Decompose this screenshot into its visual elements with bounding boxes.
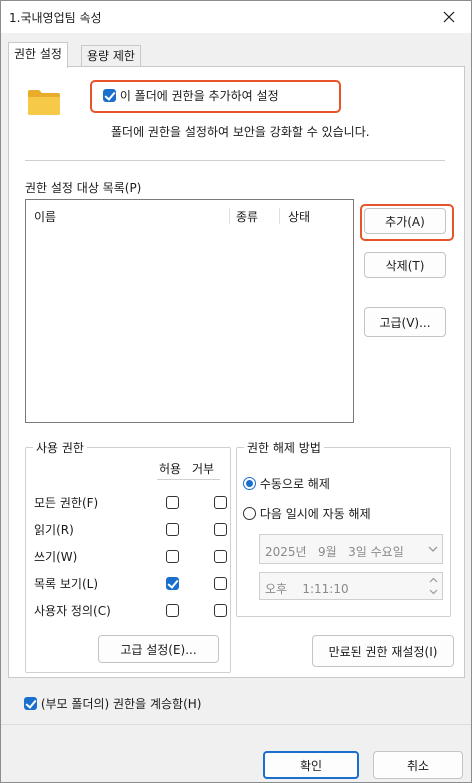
inherit-permission-checkbox[interactable]: (부모 폴더의) 권한을 계승함(H) xyxy=(24,695,201,712)
title-bar: 1.국내영업팀 속성 xyxy=(1,1,471,33)
perm-label-write: 쓰기(W) xyxy=(34,550,78,564)
tab-quota-label: 용량 제한 xyxy=(87,49,135,63)
perm-label-full: 모든 권한(F) xyxy=(34,496,99,510)
column-type[interactable]: 종류 xyxy=(236,208,258,225)
delete-button[interactable]: 삭제(T) xyxy=(364,252,446,278)
scheduled-release-option[interactable]: 다음 일시에 자동 해제 xyxy=(243,505,371,522)
deny-header: 거부 xyxy=(192,462,215,476)
column-separator xyxy=(229,208,230,224)
tab-quota[interactable]: 용량 제한 xyxy=(81,45,141,67)
advanced-button[interactable]: 고급(V)... xyxy=(364,307,446,337)
column-separator xyxy=(279,208,280,224)
enable-permission-checkbox[interactable]: 이 폴더에 권한을 추가하여 설정 xyxy=(103,87,279,104)
perm-row-full: 모든 권한(F) xyxy=(26,492,230,512)
deny-list-checkbox[interactable] xyxy=(213,577,227,590)
reset-expired-button[interactable]: 만료된 권한 재설정(I) xyxy=(312,635,454,667)
deny-read-checkbox[interactable] xyxy=(213,523,227,536)
deny-write-checkbox[interactable] xyxy=(213,550,227,563)
permission-list-label: 권한 설정 대상 목록(P) xyxy=(25,181,142,195)
usage-permission-label: 사용 권한 xyxy=(33,439,87,456)
deny-custom-checkbox[interactable] xyxy=(213,604,227,617)
column-status[interactable]: 상태 xyxy=(288,208,310,225)
header-divider xyxy=(157,479,220,480)
chevron-down-icon xyxy=(428,546,438,552)
advanced-settings-button[interactable]: 고급 설정(E)... xyxy=(98,635,219,663)
release-date-value: 2025년 9월 3일 수요일 xyxy=(265,545,404,559)
perm-row-custom: 사용자 정의(C) xyxy=(26,600,230,620)
column-name[interactable]: 이름 xyxy=(34,208,56,225)
allow-full-checkbox[interactable] xyxy=(166,496,179,509)
manual-release-option[interactable]: 수동으로 해제 xyxy=(243,475,330,492)
permissions-panel: 이 폴더에 권한을 추가하여 설정 폴더에 권한을 설정하여 보안을 강화할 수… xyxy=(8,66,465,678)
enable-permission-check[interactable] xyxy=(103,89,116,102)
ok-button[interactable]: 확인 xyxy=(263,751,359,779)
perm-label-read: 읽기(R) xyxy=(34,523,74,537)
inherit-permission-check[interactable] xyxy=(24,697,37,710)
allow-write-checkbox[interactable] xyxy=(166,550,179,563)
allow-read-checkbox[interactable] xyxy=(166,523,179,536)
permission-description: 폴더에 권한을 설정하여 보안을 강화할 수 있습니다. xyxy=(111,125,370,139)
close-button[interactable] xyxy=(435,3,463,31)
manual-release-radio[interactable] xyxy=(243,477,256,490)
properties-dialog: 1.국내영업팀 속성 권한 설정 용량 제한 이 폴더에 권한을 추가하여 설정… xyxy=(0,0,472,783)
perm-row-read: 읽기(R) xyxy=(26,519,230,539)
cancel-button[interactable]: 취소 xyxy=(373,751,463,779)
tab-permissions-label: 권한 설정 xyxy=(14,47,62,61)
folder-icon xyxy=(28,90,60,115)
permission-list[interactable]: 이름 종류 상태 xyxy=(25,199,354,423)
release-date-picker[interactable]: 2025년 9월 3일 수요일 xyxy=(259,534,443,564)
window-title: 1.국내영업팀 속성 xyxy=(9,11,102,25)
spin-down-icon[interactable] xyxy=(427,586,440,597)
time-spinner[interactable] xyxy=(427,575,440,597)
spin-up-icon[interactable] xyxy=(427,575,440,586)
manual-release-label: 수동으로 해제 xyxy=(259,477,330,491)
scheduled-release-label: 다음 일시에 자동 해제 xyxy=(259,507,371,521)
perm-row-list: 목록 보기(L) xyxy=(26,573,230,593)
release-method-label: 권한 해제 방법 xyxy=(244,439,324,456)
enable-permission-label: 이 폴더에 권한을 추가하여 설정 xyxy=(119,89,279,103)
usage-permission-group: 사용 권한 허용 거부 모든 권한(F) 읽기(R) 쓰기(W) 목록 보기(L… xyxy=(25,439,231,673)
perm-label-list: 목록 보기(L) xyxy=(34,577,99,591)
allow-list-checkbox[interactable] xyxy=(166,577,179,590)
release-time-value: 오후 1:11:10 xyxy=(265,582,349,596)
perm-row-write: 쓰기(W) xyxy=(26,546,230,566)
tab-permissions[interactable]: 권한 설정 xyxy=(8,42,68,68)
allow-header: 허용 xyxy=(159,462,182,476)
deny-full-checkbox[interactable] xyxy=(213,496,227,509)
release-method-group: 권한 해제 방법 수동으로 해제 다음 일시에 자동 해제 2025년 9월 3… xyxy=(236,439,451,617)
perm-label-custom: 사용자 정의(C) xyxy=(34,604,111,618)
footer-divider xyxy=(1,724,471,725)
close-icon xyxy=(443,11,455,23)
add-button[interactable]: 추가(A) xyxy=(364,208,446,234)
inherit-permission-label: (부모 폴더의) 권한을 계승함(H) xyxy=(40,697,202,711)
scheduled-release-radio[interactable] xyxy=(243,507,256,520)
release-time-picker[interactable]: 오후 1:11:10 xyxy=(259,572,443,600)
divider xyxy=(25,160,445,161)
allow-custom-checkbox[interactable] xyxy=(166,604,179,617)
